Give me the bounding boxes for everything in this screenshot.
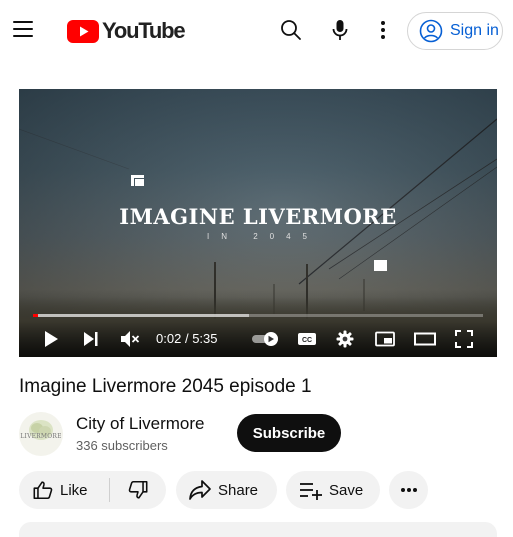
youtube-play-logo-icon bbox=[67, 19, 99, 43]
channel-name[interactable]: City of Livermore bbox=[76, 414, 204, 434]
captions-icon[interactable]: CC bbox=[295, 327, 319, 351]
progress-played bbox=[33, 314, 38, 317]
frame-corner-top-left-vertical bbox=[131, 175, 134, 186]
progress-buffered bbox=[33, 314, 249, 317]
progress-bar[interactable] bbox=[33, 314, 483, 317]
frame-corner-top-left-fill bbox=[135, 179, 144, 186]
sign-in-button[interactable]: Sign in bbox=[407, 12, 503, 50]
play-icon[interactable] bbox=[39, 327, 63, 351]
thumbs-down-icon bbox=[128, 480, 148, 499]
video-title: Imagine Livermore 2045 episode 1 bbox=[19, 376, 312, 397]
logo-text: YouTube bbox=[102, 18, 186, 43]
subscriber-count: 336 subscribers bbox=[76, 438, 168, 453]
microphone-icon[interactable] bbox=[324, 14, 356, 46]
autoplay-toggle[interactable] bbox=[251, 327, 281, 351]
duration: 5:35 bbox=[192, 331, 218, 346]
like-dislike-group: Like bbox=[19, 471, 166, 509]
channel-avatar[interactable]: LIVERMORE bbox=[19, 412, 63, 456]
more-actions-button[interactable] bbox=[389, 471, 428, 509]
theater-icon[interactable] bbox=[413, 327, 437, 351]
time-display: 0:02 / 5:35 bbox=[156, 331, 218, 346]
frame-corner-bottom-right bbox=[374, 260, 387, 271]
thumbs-up-icon bbox=[33, 481, 53, 500]
share-button[interactable]: Share bbox=[176, 471, 277, 509]
video-overlay-subtitle: IN 2045 bbox=[206, 232, 320, 241]
current-time: 0:02 bbox=[156, 331, 182, 346]
video-player[interactable]: IMAGINE LIVERMORE IN 2045 0:02 / 5:35 CC bbox=[19, 89, 497, 357]
save-playlist-icon bbox=[300, 483, 322, 500]
player-controls: 0:02 / 5:35 CC bbox=[19, 321, 497, 357]
dislike-button[interactable] bbox=[110, 471, 166, 509]
youtube-logo[interactable]: YouTube bbox=[67, 18, 186, 44]
subscribe-button[interactable]: Subscribe bbox=[237, 414, 341, 452]
sign-in-label: Sign in bbox=[450, 22, 499, 39]
like-label: Like bbox=[60, 481, 88, 499]
time-separator: / bbox=[184, 331, 189, 346]
more-horizontal-icon bbox=[400, 488, 417, 492]
menu-icon[interactable] bbox=[8, 12, 40, 48]
description-box[interactable] bbox=[19, 522, 497, 537]
save-label: Save bbox=[329, 481, 364, 499]
miniplayer-icon[interactable] bbox=[373, 327, 397, 351]
settings-icon[interactable] bbox=[333, 327, 357, 351]
mute-icon[interactable] bbox=[118, 327, 142, 351]
video-overlay-title: IMAGINE LIVERMORE bbox=[119, 204, 397, 229]
share-icon bbox=[189, 480, 211, 500]
more-vertical-icon[interactable] bbox=[367, 14, 399, 46]
next-icon[interactable] bbox=[79, 327, 103, 351]
search-icon[interactable] bbox=[275, 14, 307, 46]
like-button[interactable]: Like bbox=[19, 471, 109, 509]
fullscreen-icon[interactable] bbox=[452, 327, 476, 351]
svg-text:CC: CC bbox=[302, 337, 312, 344]
avatar-text: LIVERMORE bbox=[20, 433, 62, 440]
share-label: Share bbox=[218, 481, 259, 499]
save-button[interactable]: Save bbox=[286, 471, 380, 509]
top-header: YouTube Sign in bbox=[0, 0, 513, 62]
account-icon bbox=[419, 19, 443, 43]
